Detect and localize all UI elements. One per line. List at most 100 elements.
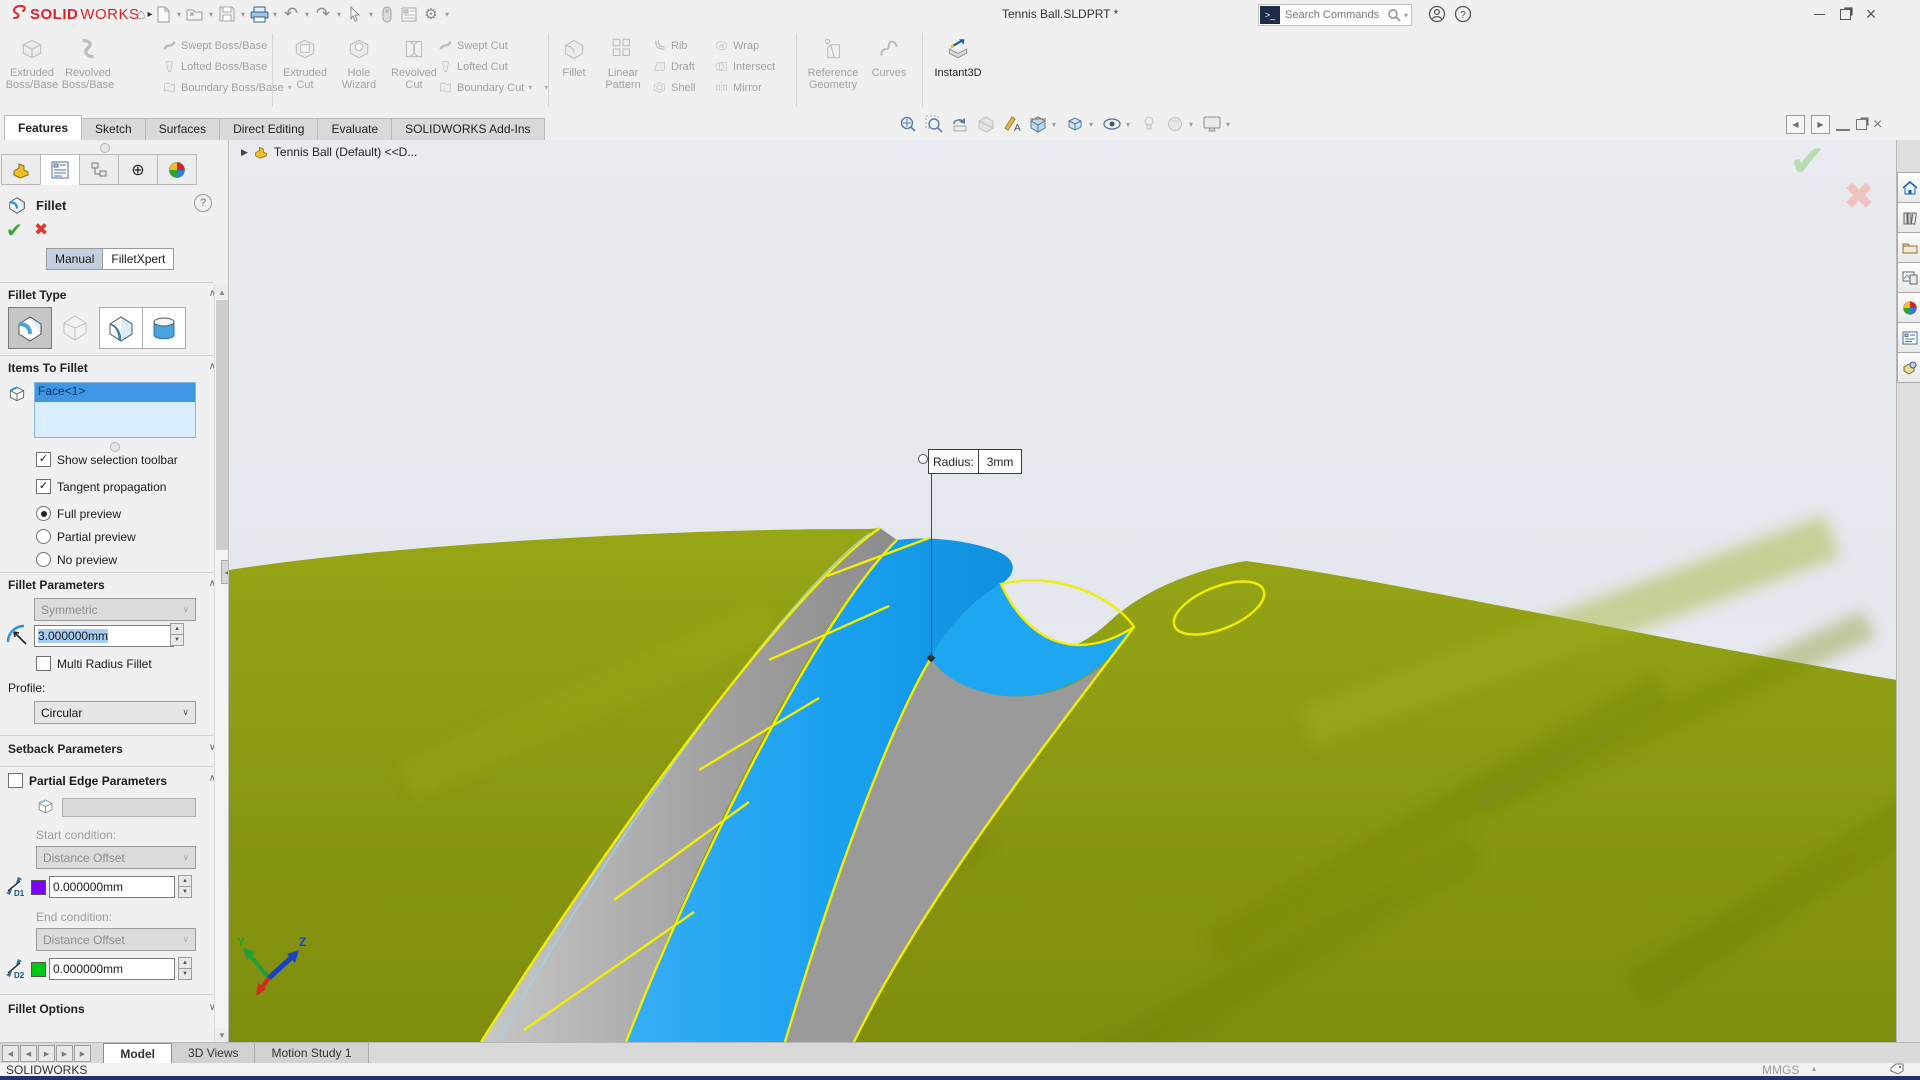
next-document-button[interactable]: ▶	[1811, 115, 1830, 134]
tab-surfaces[interactable]: Surfaces	[145, 118, 220, 140]
3d-views-tab[interactable]: 3D Views	[172, 1043, 255, 1063]
doc-restore-button[interactable]	[1856, 119, 1867, 130]
show-selection-toolbar-checkbox[interactable]: ✓	[36, 452, 51, 467]
save-icon[interactable]	[216, 3, 238, 25]
edit-appearance-button[interactable]: ▾	[1165, 114, 1196, 134]
new-file-icon[interactable]	[152, 3, 174, 25]
hole-wizard-button[interactable]: Hole Wizard	[334, 33, 384, 108]
magnet-toggle-icon[interactable]	[376, 3, 398, 25]
select-cursor-icon[interactable]	[344, 3, 366, 25]
search-icon[interactable]	[1387, 8, 1401, 22]
start-offset-spinner[interactable]: ▲▼	[178, 876, 192, 898]
fillet-type-group-header[interactable]: Fillet Type	[8, 288, 66, 302]
boundary-cut-button[interactable]: Boundary Cut▾▾	[438, 77, 548, 98]
no-preview-row[interactable]: No preview	[36, 552, 117, 567]
feature-tree-root-node[interactable]: ▶ Tennis Ball (Default) <<D...	[241, 145, 417, 159]
items-to-fillet-group-header[interactable]: Items To Fillet	[8, 361, 88, 375]
linear-pattern-button[interactable]: Linear Pattern	[598, 33, 648, 108]
d1-spin-down-icon[interactable]: ▼	[178, 886, 192, 898]
file-explorer-tab[interactable]	[1897, 232, 1920, 263]
doc-minimize-button[interactable]	[1836, 119, 1850, 131]
multi-radius-checkbox[interactable]	[36, 656, 51, 671]
view-orientation-dropdown-icon[interactable]: ▾	[1086, 120, 1096, 129]
appearance-dropdown-icon[interactable]: ▾	[1186, 120, 1196, 129]
tree-expander-icon[interactable]: ▶	[241, 147, 248, 158]
pm-scroll-down-icon[interactable]: ▼	[215, 1028, 228, 1042]
search-input[interactable]	[1281, 9, 1387, 21]
resources-tab[interactable]	[1897, 172, 1920, 203]
curves-button[interactable]: Curves	[866, 33, 912, 108]
save-dropdown-icon[interactable]: ▾	[238, 10, 248, 19]
property-manager-tab[interactable]	[40, 154, 80, 185]
options-dropdown-icon[interactable]: ▾	[442, 10, 452, 19]
view-settings-button[interactable]: ▾	[1202, 114, 1233, 134]
pm-scroll-up-icon[interactable]: ▲	[215, 285, 228, 299]
confirmation-ok-icon[interactable]: ✔	[1789, 140, 1826, 187]
swept-cut-button[interactable]: Swept Cut	[438, 35, 548, 56]
show-selection-toolbar-row[interactable]: ✓Show selection toolbar	[36, 452, 178, 467]
tab-sketch[interactable]: Sketch	[81, 118, 146, 140]
custom-properties-tab[interactable]	[1897, 322, 1920, 353]
constant-size-fillet-button[interactable]	[8, 307, 52, 349]
unit-system[interactable]: MMGS	[1762, 1063, 1799, 1077]
user-account-icon[interactable]	[1424, 3, 1450, 25]
properties-icon[interactable]	[398, 3, 420, 25]
tab-evaluate[interactable]: Evaluate	[317, 118, 392, 140]
options-gear-icon[interactable]: ⚙	[420, 3, 442, 25]
forum-tab[interactable]	[1897, 352, 1920, 383]
revolved-boss-base-button[interactable]: Revolved Boss/Base	[60, 33, 116, 108]
view-orientation-button[interactable]: ▾	[1065, 114, 1096, 134]
pm-cancel-button[interactable]: ✖	[34, 220, 48, 240]
start-offset-field[interactable]: 0.000000mm	[49, 876, 175, 898]
full-preview-row[interactable]: Full preview	[36, 506, 121, 521]
previous-document-button[interactable]: ◀	[1786, 115, 1805, 134]
partial-preview-row[interactable]: Partial preview	[36, 529, 136, 544]
shell-button[interactable]: Shell	[652, 77, 695, 98]
open-file-dropdown-icon[interactable]: ▾	[206, 10, 216, 19]
dimxpert-manager-tab[interactable]: ⊕	[118, 154, 158, 185]
listbox-resize-handle-icon[interactable]	[110, 442, 120, 452]
tangent-propagation-row[interactable]: ✓Tangent propagation	[36, 479, 166, 494]
prev-tab-nav-icon[interactable]: ◀	[20, 1045, 37, 1062]
unit-dropdown-icon[interactable]: ▴	[1812, 1064, 1816, 1073]
search-commands-box[interactable]: >_ ▾	[1258, 4, 1412, 26]
zoom-to-fit-button[interactable]	[898, 114, 918, 134]
pm-scrollbar[interactable]: ▲ ▼	[214, 285, 228, 1042]
home-icon[interactable]: ⌂	[130, 3, 152, 25]
redo-icon[interactable]: ↷	[312, 3, 334, 25]
section-tools-button[interactable]: ▾	[1028, 114, 1059, 134]
print-icon[interactable]	[248, 3, 270, 25]
print-dropdown-icon[interactable]: ▾	[270, 10, 280, 19]
search-dropdown-icon[interactable]: ▾	[1401, 11, 1411, 20]
doc-close-button[interactable]: ×	[1873, 116, 1882, 134]
pm-scroll-thumb[interactable]	[216, 300, 228, 550]
boundary-cut-dropdown-icon[interactable]: ▾	[528, 83, 532, 92]
partial-edge-checkbox[interactable]	[8, 773, 23, 788]
view-settings-dropdown-icon[interactable]: ▾	[1223, 120, 1233, 129]
new-file-dropdown-icon[interactable]: ▾	[174, 10, 184, 19]
partial-edge-parameters-row[interactable]: Partial Edge Parameters	[8, 773, 167, 788]
full-preview-radio[interactable]	[36, 506, 51, 521]
setback-parameters-group-header[interactable]: Setback Parameters	[8, 742, 123, 756]
extruded-cut-button[interactable]: Extruded Cut	[278, 33, 332, 108]
undo-dropdown-icon[interactable]: ▾	[302, 10, 312, 19]
profile-dropdown[interactable]: Circular∨	[34, 701, 196, 724]
display-style-dropdown-icon[interactable]: ▾	[1123, 120, 1133, 129]
no-preview-radio[interactable]	[36, 552, 51, 567]
pm-ok-button[interactable]: ✔	[6, 218, 23, 243]
wrap-button[interactable]: abWrap	[714, 35, 775, 56]
motion-study-tab[interactable]: Motion Study 1	[255, 1043, 368, 1063]
manual-mode-button[interactable]: Manual	[47, 249, 103, 269]
model-tab[interactable]: Model	[103, 1043, 172, 1064]
instant3d-button[interactable]: Instant3D	[928, 33, 988, 108]
extruded-boss-base-button[interactable]: Extruded Boss/Base	[6, 33, 58, 108]
feature-tree-tab[interactable]	[1, 154, 41, 185]
restore-button[interactable]	[1832, 3, 1858, 25]
pm-help-icon[interactable]: ?	[194, 194, 212, 212]
redo-dropdown-icon[interactable]: ▾	[334, 10, 344, 19]
radius-field[interactable]: 3.000000mm	[34, 625, 174, 647]
rib-button[interactable]: Rib	[652, 35, 695, 56]
section-view-button[interactable]	[976, 114, 996, 134]
tab-features[interactable]: Features	[4, 115, 82, 140]
first-tab-nav-icon[interactable]: ◀	[2, 1045, 19, 1062]
